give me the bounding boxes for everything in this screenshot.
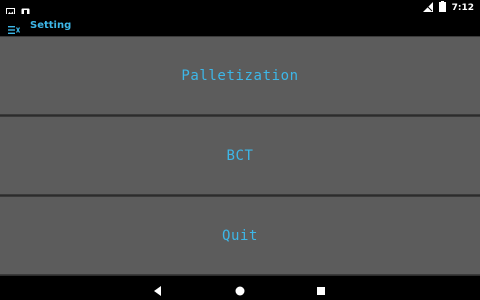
bct-button[interactable]: BCT: [0, 116, 480, 195]
signal-icon: [422, 1, 433, 15]
quit-button[interactable]: Quit: [0, 196, 480, 275]
recent-apps-icon[interactable]: [315, 282, 327, 295]
menu-area: Palletization BCT Quit: [0, 36, 480, 276]
page-title: Setting: [30, 19, 72, 31]
back-icon[interactable]: [152, 282, 164, 296]
navigation-bar: [0, 276, 480, 300]
status-right-icons: 7:12: [422, 1, 474, 15]
palletization-button[interactable]: Palletization: [0, 36, 480, 115]
screen: 7:12 Setting Palletization BCT Quit: [0, 0, 480, 300]
home-icon[interactable]: [234, 282, 246, 296]
list-menu-icon[interactable]: [8, 20, 21, 34]
title-bar: Setting: [0, 14, 480, 36]
status-bar: 7:12: [0, 0, 480, 17]
battery-icon: [438, 1, 446, 15]
clock-time: 7:12: [451, 3, 474, 13]
